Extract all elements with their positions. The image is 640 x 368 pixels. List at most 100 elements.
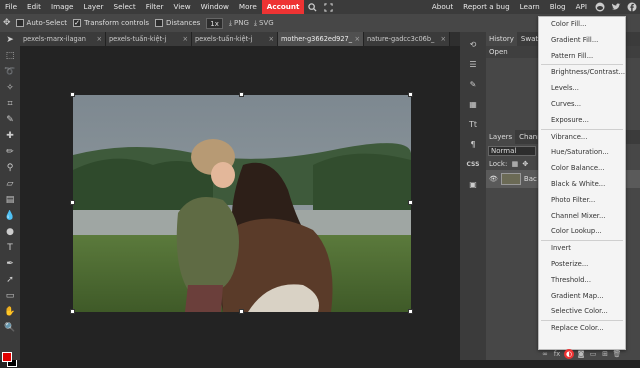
document-image[interactable] bbox=[73, 95, 411, 312]
image-panel-icon[interactable]: ▣ bbox=[462, 176, 484, 192]
lock-transparency-icon[interactable]: ▦ bbox=[512, 160, 519, 168]
visibility-eye-icon[interactable]: 👁 bbox=[489, 175, 498, 183]
distances-checkbox[interactable]: Distances bbox=[155, 19, 200, 27]
menu-window[interactable]: Window bbox=[196, 0, 234, 14]
transform-handle[interactable] bbox=[70, 200, 75, 205]
layer-effects-icon[interactable]: fx bbox=[552, 349, 562, 359]
transform-handle[interactable] bbox=[408, 92, 413, 97]
hand-tool-icon[interactable]: ✋ bbox=[0, 304, 20, 320]
menu-account[interactable]: Account bbox=[261, 0, 305, 14]
menu-item-photo-filter[interactable]: Photo Filter... bbox=[539, 193, 625, 209]
link-api[interactable]: API bbox=[571, 0, 592, 14]
menu-image[interactable]: Image bbox=[46, 0, 79, 14]
magic-wand-tool-icon[interactable]: ✧ bbox=[0, 80, 20, 96]
lasso-tool-icon[interactable]: ➰ bbox=[0, 64, 20, 80]
link-about[interactable]: About bbox=[427, 0, 458, 14]
document-tab[interactable]: pexels-tuấn-kiệt-j × bbox=[192, 32, 278, 46]
menu-item-vibrance[interactable]: Vibrance... bbox=[539, 130, 625, 146]
menu-item-pattern-fill[interactable]: Pattern Fill... bbox=[539, 49, 625, 65]
color-swatches[interactable] bbox=[2, 352, 18, 368]
menu-item-gradient-map[interactable]: Gradient Map... bbox=[539, 289, 625, 305]
export-png-button[interactable]: ⤓ PNG bbox=[229, 19, 249, 28]
transform-handle[interactable] bbox=[408, 309, 413, 314]
canvas-area[interactable] bbox=[20, 46, 460, 360]
menu-item-selective-color[interactable]: Selective Color... bbox=[539, 304, 625, 320]
swatches-panel-icon[interactable]: ☰ bbox=[462, 56, 484, 72]
brush-panel-icon[interactable]: ✎ bbox=[462, 76, 484, 92]
character-panel-icon[interactable]: Tt bbox=[462, 116, 484, 132]
adjustment-layer-icon[interactable]: ◐ bbox=[564, 349, 574, 359]
gradient-tool-icon[interactable]: ▤ bbox=[0, 192, 20, 208]
menu-item-levels[interactable]: Levels... bbox=[539, 81, 625, 97]
close-icon[interactable]: × bbox=[268, 32, 274, 46]
menu-item-exposure[interactable]: Exposure... bbox=[539, 113, 625, 129]
menu-item-color-balance[interactable]: Color Balance... bbox=[539, 161, 625, 177]
search-icon[interactable] bbox=[306, 1, 318, 13]
history-panel-icon[interactable]: ⟲ bbox=[462, 36, 484, 52]
transform-handle[interactable] bbox=[70, 92, 75, 97]
link-report-bug[interactable]: Report a bug bbox=[458, 0, 514, 14]
link-learn[interactable]: Learn bbox=[515, 0, 545, 14]
menu-layer[interactable]: Layer bbox=[78, 0, 108, 14]
menu-view[interactable]: View bbox=[169, 0, 196, 14]
fullscreen-icon[interactable] bbox=[322, 1, 334, 13]
close-icon[interactable]: × bbox=[440, 32, 446, 46]
brush-tool-icon[interactable]: ✏ bbox=[0, 144, 20, 160]
menu-item-curves[interactable]: Curves... bbox=[539, 97, 625, 113]
close-icon[interactable]: × bbox=[96, 32, 102, 46]
path-select-tool-icon[interactable]: ➚ bbox=[0, 272, 20, 288]
new-folder-icon[interactable]: ▭ bbox=[588, 349, 598, 359]
link-blog[interactable]: Blog bbox=[545, 0, 571, 14]
eraser-tool-icon[interactable]: ▱ bbox=[0, 176, 20, 192]
eyedropper-tool-icon[interactable]: ✎ bbox=[0, 112, 20, 128]
lock-move-icon[interactable]: ✥ bbox=[522, 160, 528, 168]
tab-history[interactable]: History bbox=[486, 32, 517, 46]
menu-select[interactable]: Select bbox=[109, 0, 141, 14]
shape-tool-icon[interactable]: ▭ bbox=[0, 288, 20, 304]
zoom-select[interactable]: 1x bbox=[206, 17, 223, 29]
crop-tool-icon[interactable]: ⌗ bbox=[0, 96, 20, 112]
pen-tool-icon[interactable]: ✒ bbox=[0, 256, 20, 272]
menu-item-gradient-fill[interactable]: Gradient Fill... bbox=[539, 33, 625, 49]
menu-filter[interactable]: Filter bbox=[141, 0, 169, 14]
document-tab[interactable]: pexels-marx-ilagan × bbox=[20, 32, 106, 46]
menu-item-channel-mixer[interactable]: Channel Mixer... bbox=[539, 209, 625, 225]
menu-edit[interactable]: Edit bbox=[22, 0, 46, 14]
new-layer-icon[interactable]: ⊞ bbox=[600, 349, 610, 359]
transform-handle[interactable] bbox=[70, 309, 75, 314]
menu-more[interactable]: More bbox=[234, 0, 262, 14]
link-layers-icon[interactable]: ∞ bbox=[540, 349, 550, 359]
menu-item-posterize[interactable]: Posterize... bbox=[539, 257, 625, 273]
close-icon[interactable]: × bbox=[354, 32, 360, 46]
document-tab[interactable]: nature-gadcc3c06b_ × bbox=[364, 32, 450, 46]
transform-handle[interactable] bbox=[239, 92, 244, 97]
paragraph-panel-icon[interactable]: ¶ bbox=[462, 136, 484, 152]
delete-layer-icon[interactable]: 🗑 bbox=[612, 349, 622, 359]
transform-handle[interactable] bbox=[408, 200, 413, 205]
transform-controls-checkbox[interactable]: ✓ Transform controls bbox=[73, 19, 149, 27]
menu-file[interactable]: File bbox=[0, 0, 22, 14]
close-icon[interactable]: × bbox=[182, 32, 188, 46]
type-tool-icon[interactable]: T bbox=[0, 240, 20, 256]
reddit-icon[interactable] bbox=[594, 1, 606, 13]
dodge-tool-icon[interactable]: ● bbox=[0, 224, 20, 240]
facebook-icon[interactable] bbox=[626, 1, 638, 13]
document-tab-active[interactable]: mother-g3662ed927_ × bbox=[278, 32, 364, 46]
clone-stamp-tool-icon[interactable]: ⚲ bbox=[0, 160, 20, 176]
tab-layers[interactable]: Layers bbox=[486, 130, 516, 144]
document-tab[interactable]: pexels-tuấn-kiệt-j × bbox=[106, 32, 192, 46]
layers-panel-icon[interactable]: ▦ bbox=[462, 96, 484, 112]
twitter-icon[interactable] bbox=[610, 1, 622, 13]
menu-item-color-fill[interactable]: Color Fill... bbox=[539, 17, 625, 33]
menu-item-brightness-contrast[interactable]: Brightness/Contrast... bbox=[539, 65, 625, 81]
css-panel-icon[interactable]: CSS bbox=[462, 156, 484, 172]
menu-item-color-lookup[interactable]: Color Lookup... bbox=[539, 224, 625, 240]
healing-tool-icon[interactable]: ✚ bbox=[0, 128, 20, 144]
marquee-tool-icon[interactable]: ⬚ bbox=[0, 48, 20, 64]
export-svg-button[interactable]: ⤓ SVG bbox=[254, 19, 274, 28]
menu-item-invert[interactable]: Invert bbox=[539, 241, 625, 257]
blend-mode-select[interactable]: Normal bbox=[488, 146, 536, 156]
menu-item-black-white[interactable]: Black & White... bbox=[539, 177, 625, 193]
menu-item-replace-color[interactable]: Replace Color... bbox=[539, 321, 625, 337]
auto-select-checkbox[interactable]: Auto-Select bbox=[15, 19, 67, 27]
